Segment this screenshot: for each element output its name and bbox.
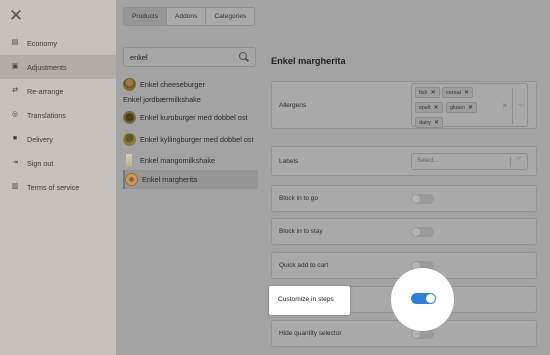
shuffle-icon: ⇄ bbox=[12, 87, 18, 94]
allergens-multiselect[interactable]: fish ✕ cereal ✕ spelt ✕ gluten ✕ dairy ✕ ✕ ﹀ bbox=[411, 83, 528, 128]
highlighted-toggle-spotlight bbox=[391, 268, 454, 331]
tab-products[interactable]: Products bbox=[124, 8, 168, 25]
sidebar-item-label: Re-arrange bbox=[27, 86, 64, 96]
allergen-chip: dairy ✕ bbox=[415, 117, 443, 128]
block-to-stay-card: Block in to stay bbox=[271, 218, 537, 245]
list-item-label: Enkel margherita bbox=[142, 175, 198, 184]
toggle-label: Block in to stay bbox=[279, 228, 323, 235]
product-thumbnail bbox=[126, 153, 132, 167]
toggle-label: Block in to go bbox=[279, 195, 319, 202]
remove-chip-icon[interactable]: ✕ bbox=[464, 89, 469, 96]
allergen-chip: spelt ✕ bbox=[415, 102, 443, 113]
document-icon: ▥ bbox=[11, 183, 19, 190]
product-thumbnail bbox=[123, 110, 136, 124]
tab-bar: Products Addons Categories bbox=[123, 7, 256, 26]
sign-out-icon: ⇥ bbox=[12, 159, 18, 166]
block-to-go-card: Block in to go bbox=[271, 185, 537, 212]
labels-select[interactable]: Select... ﹀ bbox=[411, 153, 528, 170]
close-icon[interactable]: ✕ bbox=[8, 7, 24, 24]
sidebar-item-label: Economy bbox=[27, 38, 57, 48]
allergens-card: Allergens fish ✕ cereal ✕ spelt ✕ gluten ✕ d… bbox=[271, 81, 537, 129]
clear-icon[interactable]: ✕ bbox=[502, 102, 508, 110]
list-item-selected[interactable]: Enkel margherita bbox=[123, 170, 258, 189]
sidebar-item-economy[interactable]: ▤ Economy bbox=[0, 31, 116, 55]
sidebar-item-label: Translations bbox=[27, 110, 66, 120]
remove-chip-icon[interactable]: ✕ bbox=[468, 104, 473, 111]
sliders-icon: ▣ bbox=[11, 63, 19, 70]
sidebar-item-sign-out[interactable]: ⇥ Sign out bbox=[0, 151, 116, 175]
allergen-chip: fish ✕ bbox=[415, 87, 440, 98]
sidebar-item-label: Adjustments bbox=[27, 62, 67, 72]
globe-icon: ◎ bbox=[11, 111, 19, 118]
list-item[interactable]: Enkel jordbærmilkshake bbox=[123, 92, 258, 106]
list-item-label: Enkel kyllingburger med dobbel ost bbox=[140, 135, 254, 144]
search-input[interactable]: enkel bbox=[123, 47, 256, 67]
sidebar-item-label: Delivery bbox=[27, 134, 53, 144]
remove-chip-icon[interactable]: ✕ bbox=[431, 89, 436, 96]
divider bbox=[510, 157, 511, 167]
sidebar-item-terms[interactable]: ▥ Terms of service bbox=[0, 175, 116, 199]
list-item-label: Enkel mangomilkshake bbox=[140, 155, 216, 165]
sidebar: ✕ ▤ Economy ▣ Adjustments ⇄ Re-arrange ◎… bbox=[0, 0, 116, 355]
labels-label: Labels bbox=[279, 158, 299, 165]
list-item[interactable]: Enkel kyllingburger med dobbel ost bbox=[123, 128, 258, 151]
sidebar-item-label: Sign out bbox=[27, 158, 54, 168]
tab-categories[interactable]: Categories bbox=[206, 8, 254, 25]
toggle-label: Hide quantity selector bbox=[279, 330, 342, 337]
select-placeholder: Select... bbox=[417, 158, 439, 164]
allergens-label: Allergens bbox=[279, 102, 307, 109]
highlighted-label: Customize in steps bbox=[269, 286, 350, 315]
product-list: Enkel cheeseburger Enkel jordbærmilkshak… bbox=[123, 76, 258, 189]
list-item[interactable]: Enkel kuroburger med dobbel ost bbox=[123, 106, 258, 128]
search-icon[interactable] bbox=[239, 52, 249, 62]
allergen-chip: gluten ✕ bbox=[446, 102, 478, 113]
allergen-chip: cereal ✕ bbox=[442, 87, 474, 98]
chevron-down-icon[interactable]: ﹀ bbox=[518, 102, 524, 111]
remove-chip-icon[interactable]: ✕ bbox=[434, 104, 439, 111]
sidebar-item-delivery[interactable]: ■ Delivery bbox=[0, 127, 116, 151]
labels-card: Labels Select... ﹀ bbox=[271, 146, 537, 176]
toggle-label: Quick add to cart bbox=[279, 262, 329, 269]
page-title: Enkel margherita bbox=[271, 56, 346, 66]
block-to-stay-toggle[interactable] bbox=[411, 227, 434, 237]
product-thumbnail bbox=[123, 77, 136, 91]
list-item[interactable]: Enkel mangomilkshake bbox=[123, 151, 258, 169]
remove-chip-icon[interactable]: ✕ bbox=[434, 119, 439, 126]
block-to-go-toggle[interactable] bbox=[411, 194, 434, 204]
customize-steps-toggle[interactable] bbox=[411, 293, 436, 304]
list-item[interactable]: Enkel cheeseburger bbox=[123, 76, 258, 92]
sidebar-item-label: Terms of service bbox=[27, 182, 80, 192]
sidebar-item-adjustments[interactable]: ▣ Adjustments bbox=[0, 55, 116, 79]
search-value: enkel bbox=[130, 52, 148, 62]
receipt-icon: ▤ bbox=[11, 39, 19, 46]
truck-icon: ■ bbox=[12, 135, 18, 142]
tab-addons[interactable]: Addons bbox=[167, 8, 207, 25]
list-item-label: Enkel jordbærmilkshake bbox=[123, 94, 201, 104]
list-item-label: Enkel kuroburger med dobbel ost bbox=[140, 112, 248, 122]
product-thumbnail bbox=[123, 133, 136, 146]
customize-steps-label: Customize in steps bbox=[278, 296, 334, 303]
list-item-label: Enkel cheeseburger bbox=[140, 79, 205, 89]
sidebar-item-re-arrange[interactable]: ⇄ Re-arrange bbox=[0, 79, 116, 103]
sidebar-item-translations[interactable]: ◎ Translations bbox=[0, 103, 116, 127]
divider bbox=[512, 88, 513, 124]
chevron-down-icon[interactable]: ﹀ bbox=[516, 154, 522, 169]
product-thumbnail bbox=[125, 173, 138, 186]
sidebar-nav: ▤ Economy ▣ Adjustments ⇄ Re-arrange ◎ T… bbox=[0, 31, 116, 199]
